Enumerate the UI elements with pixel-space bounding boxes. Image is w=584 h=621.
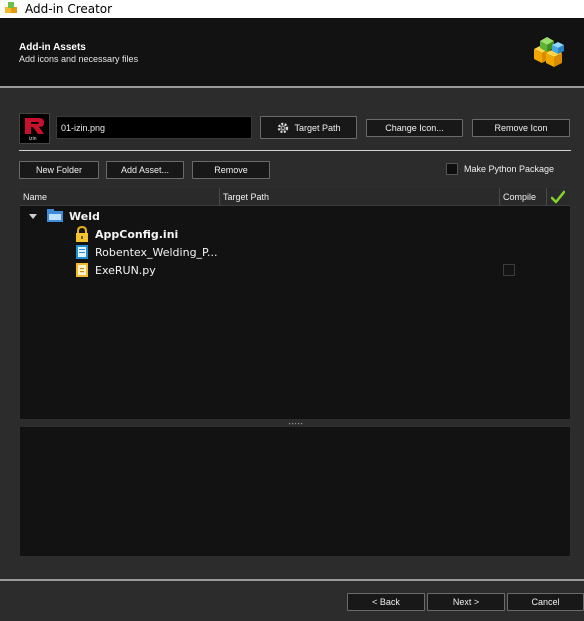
change-icon-label: Change Icon...	[385, 123, 444, 133]
add-asset-button[interactable]: Add Asset...	[106, 161, 184, 179]
column-header-compile[interactable]: Compile	[500, 188, 547, 206]
cancel-button[interactable]: Cancel	[507, 593, 584, 611]
column-header-name[interactable]: Name	[20, 188, 220, 206]
section-divider	[19, 150, 571, 151]
next-label: Next >	[452, 597, 480, 607]
tree-item-label: ExeRUN.py	[95, 263, 156, 277]
target-path-button[interactable]: Target Path	[260, 116, 357, 139]
footer-separator	[0, 579, 584, 581]
icon-caption: izin	[29, 136, 37, 142]
check-all-icon[interactable]	[551, 190, 565, 204]
tree-row-exerun[interactable]: ExeRUN.py	[75, 261, 156, 279]
back-button[interactable]: < Back	[347, 593, 425, 611]
add-in-cubes-icon	[534, 37, 564, 67]
asset-tree[interactable]: Name Target Path Compile Weld AppConfig.…	[19, 187, 571, 420]
next-button[interactable]: Next >	[427, 593, 505, 611]
window-title: Add-in Creator	[25, 2, 113, 16]
remove-button[interactable]: Remove	[192, 161, 270, 179]
python-file-icon	[76, 263, 88, 277]
wizard-header: Add-in Assets Add icons and necessary fi…	[0, 18, 584, 86]
column-header-target-path[interactable]: Target Path	[220, 188, 500, 206]
tree-header: Name Target Path Compile	[20, 188, 570, 206]
tree-item-label: Robentex_Welding_P...	[95, 245, 218, 259]
details-panel	[19, 426, 571, 557]
tree-row-appconfig[interactable]: AppConfig.ini	[75, 225, 178, 243]
expand-arrow-icon[interactable]	[28, 211, 38, 221]
add-asset-label: Add Asset...	[120, 165, 170, 175]
header-subtitle: Add icons and necessary files	[19, 54, 139, 64]
icon-filename-field[interactable]: 01-izin.png	[56, 116, 252, 139]
header-separator	[0, 86, 584, 88]
make-python-package-label: Make Python Package	[464, 164, 555, 174]
make-python-package-checkbox[interactable]	[446, 163, 458, 175]
remove-label: Remove	[214, 165, 248, 175]
change-icon-button[interactable]: Change Icon...	[366, 119, 463, 137]
gear-icon	[278, 122, 289, 133]
tree-item-label: AppConfig.ini	[95, 227, 179, 241]
tree-row-root[interactable]: Weld	[28, 207, 100, 225]
tree-row-robentex[interactable]: Robentex_Welding_P...	[75, 243, 217, 261]
cancel-label: Cancel	[531, 597, 560, 607]
window-titlebar: Add-in Creator	[0, 0, 584, 18]
folder-icon	[47, 209, 63, 222]
remove-icon-label: Remove Icon	[494, 123, 548, 133]
remove-icon-button[interactable]: Remove Icon	[472, 119, 570, 137]
back-label: < Back	[372, 597, 400, 607]
new-folder-label: New Folder	[35, 165, 82, 175]
app-cubes-icon	[5, 2, 17, 13]
compile-checkbox[interactable]	[503, 264, 515, 276]
header-title: Add-in Assets	[19, 42, 86, 53]
robentex-logo-icon	[25, 118, 44, 134]
lock-icon	[76, 226, 88, 242]
new-folder-button[interactable]: New Folder	[19, 161, 99, 179]
tree-root-label: Weld	[69, 209, 100, 223]
target-path-label: Target Path	[294, 122, 341, 133]
add-in-icon-preview: izin	[19, 113, 50, 144]
file-icon	[76, 245, 88, 259]
